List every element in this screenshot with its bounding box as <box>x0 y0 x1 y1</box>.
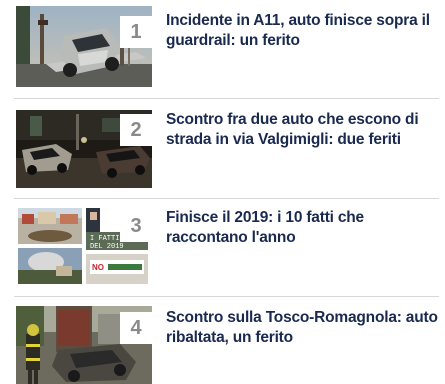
list-item[interactable]: 4 Scontro sulla Tosco-Romagnola: auto ri… <box>0 294 445 384</box>
article-title-link[interactable]: Scontro sulla Tosco-Romagnola: auto riba… <box>166 308 442 348</box>
list-item[interactable]: 1 Incidente in A11, auto finisce sopra i… <box>0 0 445 88</box>
rank-number: 1 <box>120 16 152 48</box>
svg-text:DEL 2019: DEL 2019 <box>90 243 124 251</box>
svg-text:I FATTI: I FATTI <box>90 235 119 243</box>
article-title-link[interactable]: Incidente in A11, auto finisce sopra il … <box>166 11 442 51</box>
svg-text:NO: NO <box>92 263 104 272</box>
article-title-link[interactable]: Finisce il 2019: i 10 fatti che racconta… <box>166 208 442 248</box>
rank-number: 4 <box>120 312 152 344</box>
rank-number: 2 <box>120 114 152 146</box>
list-item[interactable]: I FATTI DEL 2019 NO 3 Finisce il 2019: i… <box>0 196 445 284</box>
most-read-list: 1 Incidente in A11, auto finisce sopra i… <box>0 0 445 384</box>
list-item[interactable]: 2 Scontro fra due auto che escono di str… <box>0 96 445 188</box>
article-title-link[interactable]: Scontro fra due auto che escono di strad… <box>166 110 442 150</box>
rank-number: 3 <box>120 210 152 242</box>
